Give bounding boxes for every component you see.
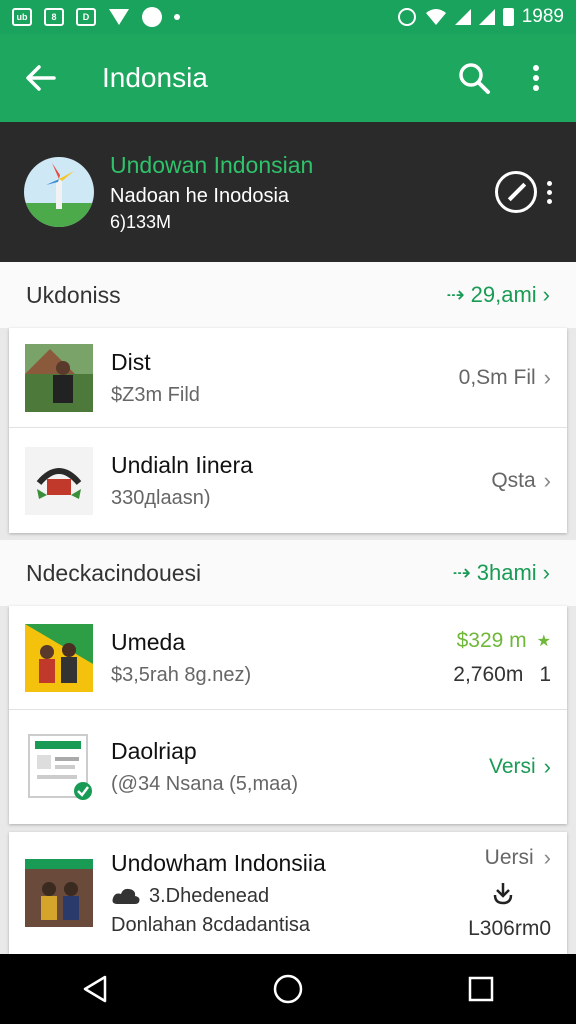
item-subtitle: 330дlaasn) bbox=[111, 486, 211, 509]
section-title: Ndeckacindouesi bbox=[26, 559, 202, 586]
thumbnail-image bbox=[25, 623, 93, 692]
chevron-right-icon: › bbox=[543, 364, 551, 390]
nav-recents-icon[interactable] bbox=[467, 975, 495, 1003]
item-rank: 1 bbox=[539, 662, 551, 686]
header-count: 6)133M bbox=[110, 211, 172, 232]
signal-icon bbox=[454, 9, 471, 25]
cloud-icon bbox=[112, 888, 140, 904]
status-bar: ub 8 D 1989 bbox=[0, 0, 576, 34]
section-card: Undowham Indonsiia 3.Dhedenead Donlahan … bbox=[9, 832, 567, 954]
thumbnail-image bbox=[25, 446, 93, 515]
arrow-icon: ⇢ bbox=[446, 282, 465, 307]
item-right-label: Versi bbox=[488, 755, 536, 778]
avatar bbox=[24, 157, 94, 227]
section-link-label: 29,ami bbox=[470, 282, 537, 307]
profile-header: Undowan Indonsian Nadoan he Inodosia 6)1… bbox=[0, 122, 576, 262]
item-price: $329 m bbox=[456, 628, 527, 652]
section-header: Ndeckacindouesi ⇢ 3hami › bbox=[0, 540, 576, 606]
thumbnail-image bbox=[25, 859, 93, 927]
item-subtitle: $3,5rah 8g.nez) bbox=[111, 663, 252, 686]
list-item[interactable]: Undowham Indonsiia 3.Dhedenead Donlahan … bbox=[9, 832, 567, 954]
section-header: Ukdoniss ⇢ 29,ami › bbox=[0, 262, 576, 328]
dot-icon bbox=[174, 14, 180, 20]
section-link[interactable]: ⇢ 29,ami › bbox=[446, 282, 550, 308]
chevron-right-icon: › bbox=[543, 845, 551, 870]
section-card: Dist $Z3m Fild 0,Sm Fil › Undialn Iinera bbox=[9, 328, 567, 533]
section-1: Ukdoniss ⇢ 29,ami › Dist $Z3m Fild 0,Sm … bbox=[0, 262, 576, 533]
item-right-label: 2,760m bbox=[453, 662, 524, 686]
item-title: Undialn Iinera bbox=[111, 451, 253, 478]
list-item[interactable]: Dist $Z3m Fild 0,Sm Fil › bbox=[9, 328, 567, 428]
item-subtitle-2: Donlahan 8cdadantisa bbox=[111, 913, 311, 936]
download-icon[interactable] bbox=[491, 881, 515, 907]
document-icon: D bbox=[76, 8, 96, 26]
calendar-icon: 8 bbox=[44, 8, 64, 26]
back-arrow-icon[interactable] bbox=[20, 58, 60, 98]
thumbnail-image bbox=[25, 733, 93, 801]
list-item[interactable]: Undialn Iinera 330дlaasn) Qsta › bbox=[9, 428, 567, 533]
notification-icon: ub bbox=[12, 8, 32, 26]
section-3: Undowham Indonsiia 3.Dhedenead Donlahan … bbox=[0, 832, 576, 954]
chevron-right-icon: › bbox=[542, 560, 550, 585]
chevron-right-icon: › bbox=[543, 754, 551, 779]
item-right-label: Uersi bbox=[484, 846, 534, 869]
item-title: Umeda bbox=[111, 628, 186, 655]
section-link[interactable]: ⇢ 3hami › bbox=[452, 560, 550, 586]
search-icon[interactable] bbox=[454, 58, 494, 98]
nav-home-icon[interactable] bbox=[272, 973, 304, 1005]
item-title: Dist bbox=[111, 348, 151, 375]
app-bar: Indonsia bbox=[0, 34, 576, 122]
arrow-icon: ⇢ bbox=[452, 560, 471, 585]
header-more-icon[interactable] bbox=[547, 180, 552, 204]
item-subtitle: $Z3m Fild bbox=[111, 383, 200, 406]
item-title: Daolriap bbox=[111, 738, 197, 764]
chevron-right-icon: › bbox=[543, 467, 551, 493]
header-title: Undowan Indonsian bbox=[110, 151, 314, 178]
section-link-label: 3hami bbox=[476, 560, 537, 585]
sync-icon bbox=[142, 7, 162, 27]
thumbnail-image bbox=[25, 343, 93, 412]
nav-back-icon[interactable] bbox=[81, 974, 109, 1004]
location-icon bbox=[109, 9, 129, 25]
list-item[interactable]: Daolriap (@34 Nsana (5,maa) Versi › bbox=[9, 710, 567, 824]
page-title: Indonsia bbox=[102, 62, 208, 93]
section-card: Umeda $3,5rah 8g.nez) $329 m ★ 2,760m 1 bbox=[9, 606, 567, 824]
item-subtitle: 3.Dhedenead bbox=[149, 884, 270, 907]
system-nav-bar bbox=[0, 954, 576, 1024]
section-2: Ndeckacindouesi ⇢ 3hami › Umeda $3,5rah bbox=[0, 540, 576, 824]
data-saver-icon bbox=[397, 8, 416, 26]
header-subtitle: Nadoan he Inodosia bbox=[110, 184, 290, 207]
item-title: Undowham Indonsiia bbox=[111, 849, 326, 876]
more-vert-icon[interactable] bbox=[516, 58, 556, 98]
compass-icon[interactable] bbox=[495, 171, 537, 213]
wifi-icon bbox=[425, 9, 446, 25]
item-right-label: 0,Sm Fil bbox=[458, 365, 536, 389]
item-subtitle: (@34 Nsana (5,maa) bbox=[111, 773, 299, 795]
chevron-right-icon: › bbox=[542, 282, 550, 307]
battery-icon bbox=[502, 8, 514, 26]
signal-icon-2 bbox=[478, 9, 495, 25]
list-item[interactable]: Umeda $3,5rah 8g.nez) $329 m ★ 2,760m 1 bbox=[9, 606, 567, 710]
status-time: 1989 bbox=[521, 6, 564, 27]
item-right-label-2: L306rm0 bbox=[468, 917, 551, 940]
section-title: Ukdoniss bbox=[26, 281, 121, 308]
item-right-label: Qsta bbox=[491, 468, 536, 492]
star-icon: ★ bbox=[536, 632, 551, 650]
